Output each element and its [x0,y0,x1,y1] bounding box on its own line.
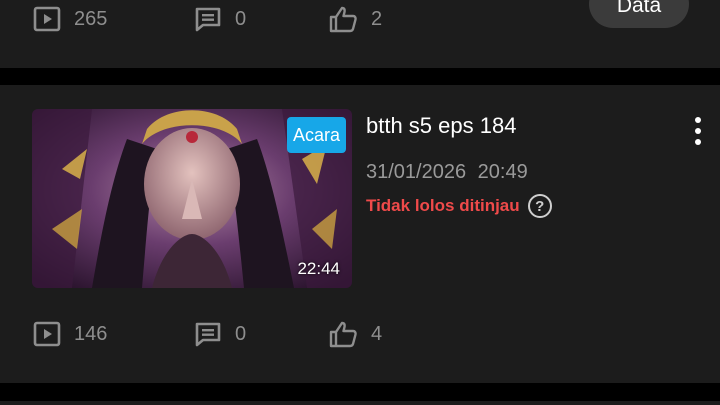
comments-stat[interactable]: 0 [194,6,246,32]
comment-icon [195,7,221,32]
video-thumbnail[interactable]: Acara 22:44 [32,109,352,288]
comments-stat[interactable]: 0 [194,321,246,347]
review-status: Tidak lolos ditinjau ? [366,194,552,218]
video-time: 20:49 [477,161,528,183]
video-title[interactable]: btth s5 eps 184 [366,113,516,139]
play-box-icon [33,321,61,347]
likes-count: 4 [371,322,383,345]
video-datetime: 31/01/2026 20:49 [366,161,528,184]
comments-count: 0 [235,322,247,345]
more-vertical-icon[interactable] [686,113,710,149]
likes-stat[interactable]: 4 [328,320,382,348]
views-stat: 265 [33,6,107,32]
play-box-icon [33,6,61,32]
likes-count: 2 [371,7,383,30]
video-date: 31/01/2026 [366,161,467,183]
video-duration: 22:44 [297,259,340,278]
comments-count: 0 [235,7,247,30]
views-count: 265 [74,7,108,30]
likes-stat[interactable]: 2 [328,5,382,33]
views-count: 146 [74,322,108,345]
views-stat: 146 [33,321,107,347]
review-status-text: Tidak lolos ditinjau [366,196,520,215]
video-card[interactable]: Acara 22:44 btth s5 eps 184 31/01/2026 2… [0,85,720,383]
help-icon[interactable]: ? [527,194,552,218]
comment-icon [195,322,221,347]
thumbs-up-icon [329,321,357,348]
data-button[interactable]: Data [589,0,689,28]
video-card-previous: 265 0 2 Data [0,0,720,68]
category-badge: Acara [287,117,347,153]
video-card-next [0,401,720,405]
thumbs-up-icon [329,6,357,33]
